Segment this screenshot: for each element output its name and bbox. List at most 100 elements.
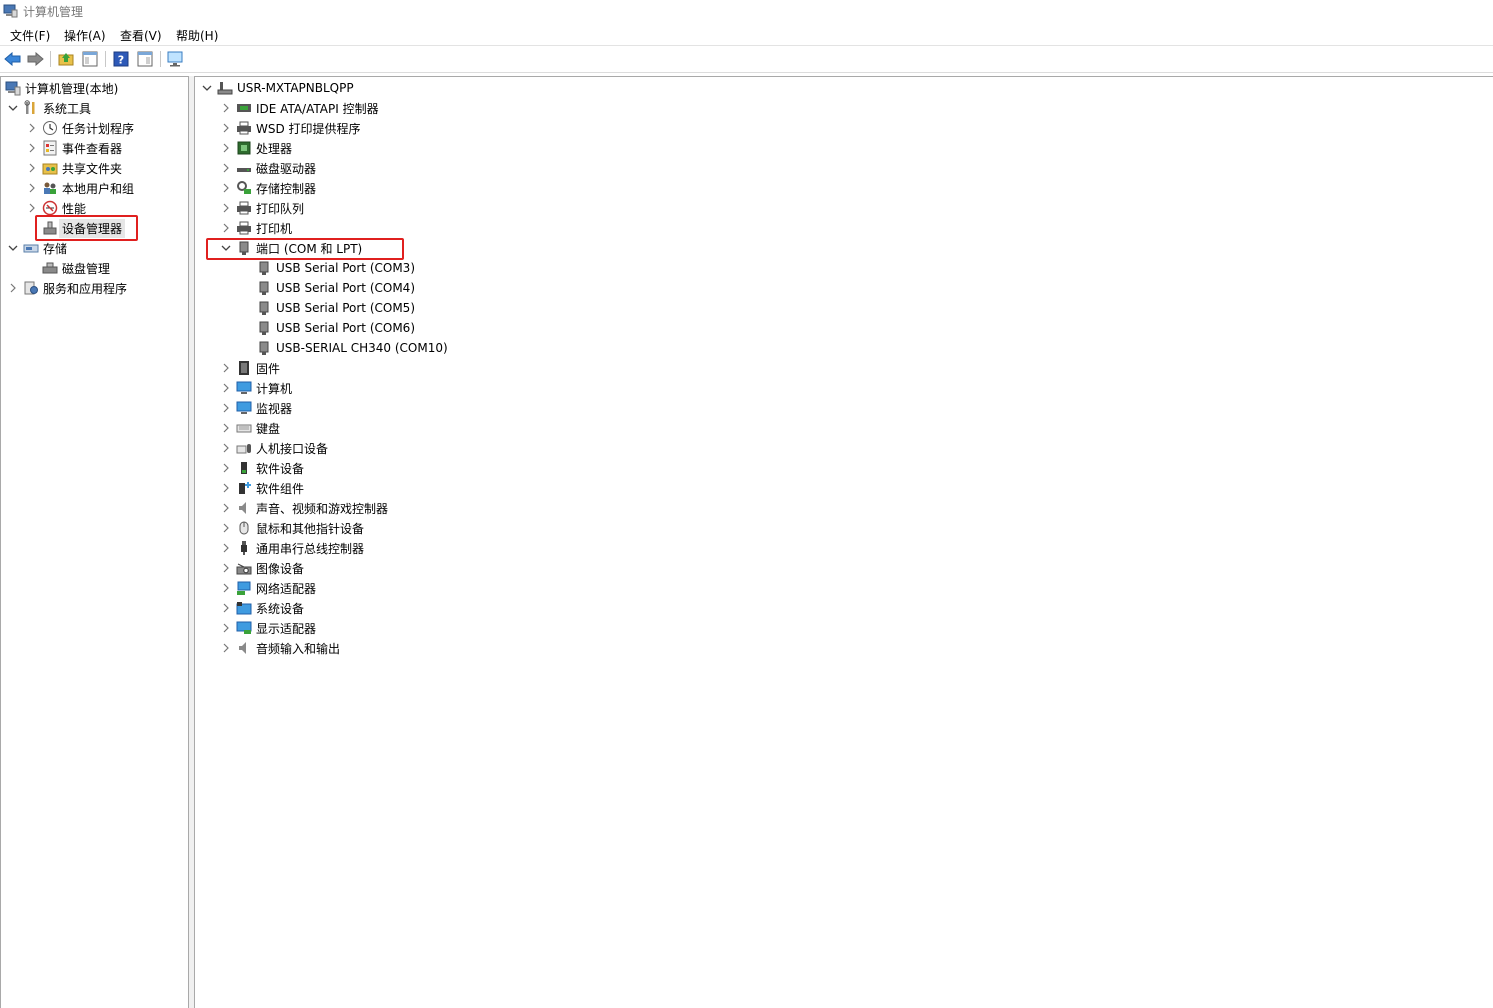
device-category-audio[interactable]: 音频输入和输出 bbox=[220, 638, 340, 658]
device-category-computer[interactable]: 计算机 bbox=[220, 378, 292, 398]
navigation-tree: 计算机管理(本地) 系统工具 任务计划程序 事件查看器 共享文件夹 本地用户和组… bbox=[0, 76, 189, 1008]
device-category-wsd[interactable]: WSD 打印提供程序 bbox=[220, 118, 361, 138]
chevron-right-icon[interactable] bbox=[220, 522, 232, 534]
chevron-right-icon[interactable] bbox=[220, 422, 232, 434]
port-device-item[interactable]: USB Serial Port (COM3) bbox=[256, 258, 415, 278]
chevron-right-icon[interactable] bbox=[220, 362, 232, 374]
device-category-keyboard[interactable]: 键盘 bbox=[220, 418, 280, 438]
show-hide-tree-icon[interactable] bbox=[81, 50, 99, 68]
help-icon[interactable]: ? bbox=[112, 50, 130, 68]
menu-help[interactable]: 帮助(H) bbox=[176, 27, 218, 44]
chevron-right-icon[interactable] bbox=[220, 602, 232, 614]
up-folder-icon[interactable] bbox=[57, 50, 75, 68]
menu-action[interactable]: 操作(A) bbox=[64, 27, 106, 44]
tree-item-label: 任务计划程序 bbox=[62, 121, 135, 136]
chevron-right-icon[interactable] bbox=[220, 622, 232, 634]
chevron-right-icon[interactable] bbox=[220, 462, 232, 474]
properties-pane-icon[interactable] bbox=[136, 50, 154, 68]
users-icon bbox=[42, 180, 58, 196]
device-category-system[interactable]: 系统设备 bbox=[220, 598, 304, 618]
tree-item-system-tools[interactable]: 系统工具 bbox=[7, 98, 91, 118]
device-category-processor[interactable]: 处理器 bbox=[220, 138, 292, 158]
device-category-label: 计算机 bbox=[256, 381, 293, 396]
device-category-sound[interactable]: 声音、视频和游戏控制器 bbox=[220, 498, 388, 518]
forward-icon[interactable] bbox=[26, 50, 44, 68]
keyboard-icon bbox=[236, 420, 252, 436]
chevron-down-icon[interactable] bbox=[7, 102, 19, 114]
chevron-right-icon[interactable] bbox=[220, 402, 232, 414]
tree-item-services-apps[interactable]: 服务和应用程序 bbox=[7, 278, 127, 298]
device-category-disk[interactable]: 磁盘驱动器 bbox=[220, 158, 316, 178]
chevron-right-icon[interactable] bbox=[220, 562, 232, 574]
device-category-network[interactable]: 网络适配器 bbox=[220, 578, 316, 598]
device-category-mouse[interactable]: 鼠标和其他指针设备 bbox=[220, 518, 364, 538]
device-category-label: 图像设备 bbox=[256, 561, 305, 576]
device-category-firmware[interactable]: 固件 bbox=[220, 358, 280, 378]
tree-item-event-viewer[interactable]: 事件查看器 bbox=[26, 138, 122, 158]
tree-item-computer-root[interactable]: USR-MXTAPNBLQPP bbox=[201, 78, 354, 98]
tree-item-shared-folders[interactable]: 共享文件夹 bbox=[26, 158, 122, 178]
tree-item-local-users[interactable]: 本地用户和组 bbox=[26, 178, 134, 198]
tree-item-disk-management[interactable]: 磁盘管理 bbox=[26, 258, 110, 278]
device-category-ports[interactable]: 端口 (COM 和 LPT) bbox=[220, 238, 362, 258]
device-category-display[interactable]: 显示适配器 bbox=[220, 618, 316, 638]
device-category-storage-ctrl[interactable]: 存储控制器 bbox=[220, 178, 316, 198]
chevron-down-icon[interactable] bbox=[220, 242, 232, 254]
device-category-hid[interactable]: 人机接口设备 bbox=[220, 438, 328, 458]
chevron-down-icon[interactable] bbox=[201, 82, 213, 94]
tree-item-task-scheduler[interactable]: 任务计划程序 bbox=[26, 118, 134, 138]
chevron-right-icon[interactable] bbox=[26, 122, 38, 134]
chevron-right-icon[interactable] bbox=[220, 162, 232, 174]
serial-port-icon bbox=[256, 260, 272, 276]
device-category-usb[interactable]: 通用串行总线控制器 bbox=[220, 538, 364, 558]
chevron-right-icon[interactable] bbox=[220, 482, 232, 494]
chevron-right-icon[interactable] bbox=[220, 542, 232, 554]
chevron-right-icon[interactable] bbox=[26, 202, 38, 214]
chevron-right-icon[interactable] bbox=[220, 142, 232, 154]
device-category-imaging[interactable]: 图像设备 bbox=[220, 558, 304, 578]
chevron-right-icon[interactable] bbox=[220, 222, 232, 234]
port-device-item[interactable]: USB Serial Port (COM5) bbox=[256, 298, 415, 318]
chevron-down-icon[interactable] bbox=[7, 242, 19, 254]
chevron-right-icon[interactable] bbox=[220, 202, 232, 214]
chevron-right-icon[interactable] bbox=[220, 182, 232, 194]
title-bar: 计算机管理 bbox=[0, 0, 1493, 22]
toolbar-separator bbox=[50, 51, 51, 67]
device-category-software-device[interactable]: 软件设备 bbox=[220, 458, 304, 478]
printer-icon bbox=[236, 220, 252, 236]
chevron-right-icon[interactable] bbox=[220, 442, 232, 454]
menu-file[interactable]: 文件(F) bbox=[10, 27, 50, 44]
port-device-item[interactable]: USB-SERIAL CH340 (COM10) bbox=[256, 338, 448, 358]
chevron-right-icon[interactable] bbox=[220, 582, 232, 594]
chevron-right-icon[interactable] bbox=[220, 382, 232, 394]
device-category-print-queue[interactable]: 打印队列 bbox=[220, 198, 304, 218]
tree-item-computer-management[interactable]: 计算机管理(本地) bbox=[5, 78, 118, 98]
tree-item-performance[interactable]: 性能 bbox=[26, 198, 86, 218]
device-category-label: IDE ATA/ATAPI 控制器 bbox=[256, 101, 379, 116]
chevron-right-icon[interactable] bbox=[220, 642, 232, 654]
device-category-printer[interactable]: 打印机 bbox=[220, 218, 292, 238]
device-category-ide[interactable]: IDE ATA/ATAPI 控制器 bbox=[220, 98, 379, 118]
device-category-software-component[interactable]: 软件组件 bbox=[220, 478, 304, 498]
tools-icon bbox=[23, 100, 39, 116]
device-category-label: 处理器 bbox=[256, 141, 293, 156]
chevron-right-icon[interactable] bbox=[26, 162, 38, 174]
chevron-right-icon[interactable] bbox=[26, 142, 38, 154]
tree-item-storage[interactable]: 存储 bbox=[7, 238, 67, 258]
menu-view[interactable]: 查看(V) bbox=[120, 27, 162, 44]
chevron-right-icon[interactable] bbox=[26, 182, 38, 194]
chevron-right-icon[interactable] bbox=[220, 102, 232, 114]
port-device-item[interactable]: USB Serial Port (COM4) bbox=[256, 278, 415, 298]
chevron-right-icon[interactable] bbox=[220, 122, 232, 134]
device-category-label: 声音、视频和游戏控制器 bbox=[256, 501, 389, 516]
network-adapter-icon bbox=[236, 580, 252, 596]
port-device-item[interactable]: USB Serial Port (COM6) bbox=[256, 318, 415, 338]
back-icon[interactable] bbox=[4, 50, 22, 68]
device-category-monitor[interactable]: 监视器 bbox=[220, 398, 292, 418]
tree-item-device-manager[interactable]: 设备管理器 bbox=[26, 218, 126, 238]
monitor-icon[interactable] bbox=[166, 50, 184, 68]
tree-item-label: 服务和应用程序 bbox=[43, 281, 128, 296]
storage-icon bbox=[23, 240, 39, 256]
chevron-right-icon[interactable] bbox=[7, 282, 19, 294]
chevron-right-icon[interactable] bbox=[220, 502, 232, 514]
